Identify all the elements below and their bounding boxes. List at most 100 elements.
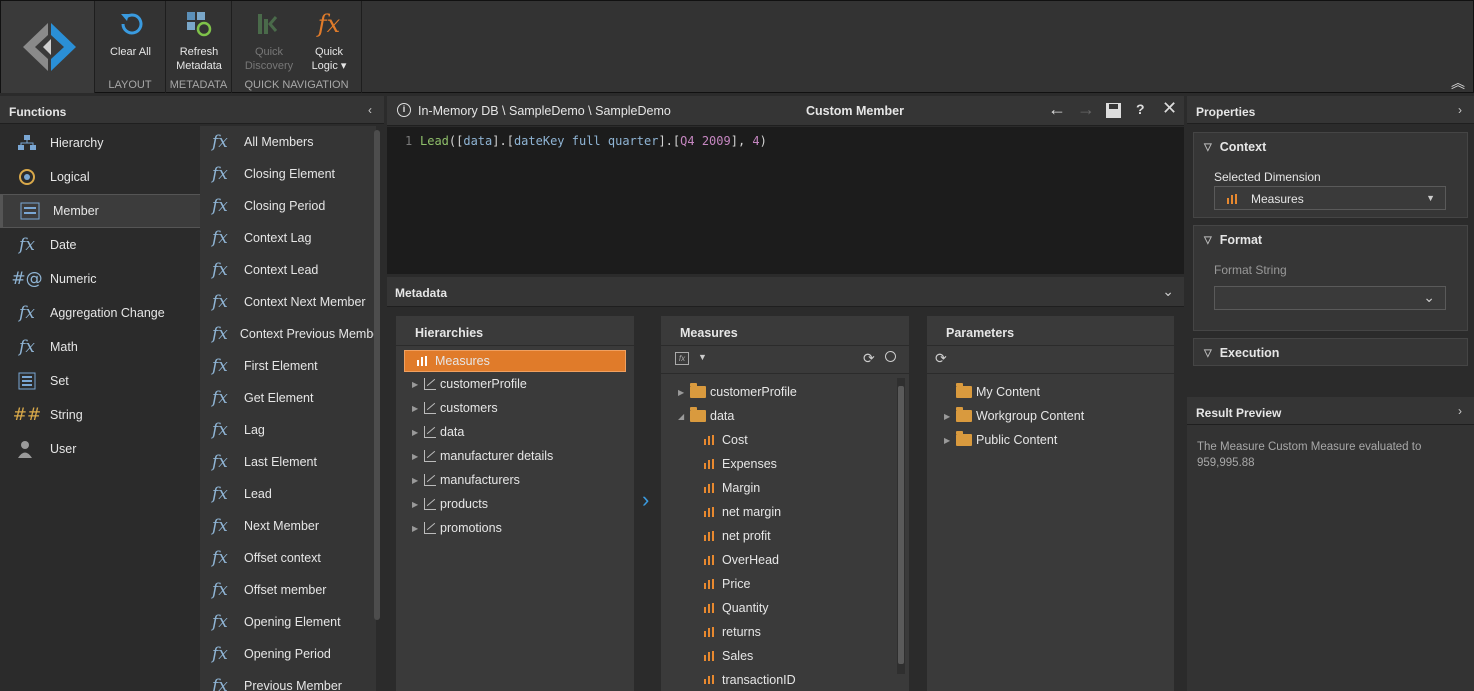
app-logo[interactable] xyxy=(1,1,95,93)
function-item[interactable]: fx Lead xyxy=(200,478,376,510)
function-item[interactable]: fx Closing Period xyxy=(200,190,376,222)
category-numeric[interactable]: #@ Numeric xyxy=(0,262,200,296)
selected-dimension-dropdown[interactable]: Measures ▼ xyxy=(1214,186,1446,210)
hierarchy-item[interactable]: ▶ customers xyxy=(404,396,634,420)
function-item[interactable]: fx Offset context xyxy=(200,542,376,574)
hierarchy-item-measures[interactable]: Measures xyxy=(404,350,626,372)
close-icon[interactable]: ✕ xyxy=(1162,98,1177,119)
fx-filter-icon[interactable]: fx xyxy=(675,352,689,365)
measure-folder[interactable]: ◢ data xyxy=(678,404,909,428)
collapse-left-icon[interactable]: ‹ xyxy=(368,103,372,117)
collapse-arrow-icon[interactable]: ◢ xyxy=(678,412,690,421)
forward-arrow-icon[interactable]: → xyxy=(1077,99,1095,120)
expand-arrow-icon[interactable]: ▶ xyxy=(412,428,424,437)
refresh-icon[interactable]: ⟳ xyxy=(863,350,875,367)
hierarchy-item[interactable]: ▶ data xyxy=(404,420,634,444)
function-item[interactable]: fx Last Element xyxy=(200,446,376,478)
function-item[interactable]: fx Get Element xyxy=(200,382,376,414)
code-punct: ], xyxy=(730,134,753,148)
expand-arrow-icon[interactable]: ▶ xyxy=(678,388,690,397)
measure-item[interactable]: Margin xyxy=(678,476,909,500)
category-string[interactable]: ## String xyxy=(0,398,200,432)
function-item[interactable]: fx Opening Element xyxy=(200,606,376,638)
measure-item[interactable]: Cost xyxy=(678,428,909,452)
category-logical[interactable]: Logical xyxy=(0,160,200,194)
function-list-scrollbar[interactable] xyxy=(374,130,380,620)
refresh-metadata-button[interactable]: Refresh Metadata xyxy=(166,5,232,73)
hierarchy-item[interactable]: ▶ manufacturer details xyxy=(404,444,634,468)
category-set[interactable]: Set xyxy=(0,364,200,398)
hierarchy-item[interactable]: ▶ promotions xyxy=(404,516,634,540)
function-item[interactable]: fx Context Lag xyxy=(200,222,376,254)
chevron-right-icon[interactable]: › xyxy=(642,487,649,513)
function-item[interactable]: fx Context Previous Member xyxy=(200,318,376,350)
measure-item[interactable]: Sales xyxy=(678,644,909,668)
chevron-right-icon[interactable]: › xyxy=(1458,404,1462,418)
function-item[interactable]: fx Offset member xyxy=(200,574,376,606)
expand-arrow-icon[interactable]: ▶ xyxy=(412,524,424,533)
parameter-item[interactable]: ▶ Public Content xyxy=(944,428,1174,452)
function-item[interactable]: fx Previous Member xyxy=(200,670,376,691)
category-hierarchy[interactable]: Hierarchy xyxy=(0,126,200,160)
context-section-header[interactable]: ▽ Context xyxy=(1194,133,1467,161)
measure-item[interactable]: Quantity xyxy=(678,596,909,620)
measure-item[interactable]: net profit xyxy=(678,524,909,548)
category-member[interactable]: Member xyxy=(0,194,200,228)
expand-arrow-icon[interactable]: ▶ xyxy=(412,380,424,389)
measure-item[interactable]: returns xyxy=(678,620,909,644)
function-item[interactable]: fx Closing Element xyxy=(200,158,376,190)
metadata-header[interactable]: Metadata ⌄ xyxy=(387,277,1184,307)
expand-arrow-icon[interactable]: ▶ xyxy=(412,500,424,509)
category-math[interactable]: fx Math xyxy=(0,330,200,364)
hierarchy-item[interactable]: ▶ products xyxy=(404,492,634,516)
function-label: Previous Member xyxy=(244,679,342,691)
measure-item[interactable]: OverHead xyxy=(678,548,909,572)
save-icon[interactable] xyxy=(1106,103,1121,118)
measure-item[interactable]: Price xyxy=(678,572,909,596)
expand-arrow-icon[interactable]: ▶ xyxy=(412,476,424,485)
function-item[interactable]: fx First Element xyxy=(200,350,376,382)
hierarchy-icon xyxy=(424,402,436,414)
expand-arrow-icon[interactable]: ▶ xyxy=(944,436,956,445)
function-item[interactable]: fx Context Lead xyxy=(200,254,376,286)
expand-arrow-icon[interactable]: ▶ xyxy=(412,404,424,413)
measures-scrollbar[interactable] xyxy=(897,378,905,674)
breadcrumb: In-Memory DB \ SampleDemo \ SampleDemo xyxy=(418,104,671,118)
quick-logic-button[interactable]: fx Quick Logic ▾ xyxy=(298,5,360,73)
hierarchy-item[interactable]: ▶ manufacturers xyxy=(404,468,634,492)
help-icon[interactable]: ? xyxy=(1136,101,1145,117)
logical-icon xyxy=(14,166,40,188)
chevron-down-icon[interactable]: ⌄ xyxy=(1162,283,1174,300)
quick-discovery-button[interactable]: Quick Discovery xyxy=(238,5,300,73)
category-user[interactable]: User xyxy=(0,432,200,466)
parameter-item[interactable]: My Content xyxy=(944,380,1174,404)
expand-arrow-icon[interactable]: ▶ xyxy=(412,452,424,461)
search-icon[interactable] xyxy=(885,351,896,362)
function-item[interactable]: fx Lag xyxy=(200,414,376,446)
category-aggregation-change[interactable]: fx Aggregation Change xyxy=(0,296,200,330)
function-item[interactable]: fx Next Member xyxy=(200,510,376,542)
measure-item[interactable]: net margin xyxy=(678,500,909,524)
measure-item[interactable]: Expenses xyxy=(678,452,909,476)
parameter-item[interactable]: ▶ Workgroup Content xyxy=(944,404,1174,428)
expand-arrow-icon[interactable]: ▶ xyxy=(944,412,956,421)
function-item[interactable]: fx Context Next Member xyxy=(200,286,376,318)
format-string-dropdown[interactable]: ⌄ xyxy=(1214,286,1446,310)
info-icon[interactable]: i xyxy=(397,103,411,117)
layout-group: Clear All LAYOUT xyxy=(95,1,166,93)
back-arrow-icon[interactable]: ← xyxy=(1048,99,1066,120)
function-item[interactable]: fx Opening Period xyxy=(200,638,376,670)
code-editor[interactable]: 1 Lead([data].[dateKey full quarter].[Q4… xyxy=(387,127,1184,274)
category-date[interactable]: fx Date xyxy=(0,228,200,262)
function-item[interactable]: fx All Members xyxy=(200,126,376,158)
execution-section-header[interactable]: ▽ Execution xyxy=(1194,339,1467,367)
collapse-ribbon-icon[interactable]: ︽ xyxy=(1451,73,1465,93)
format-section-header[interactable]: ▽ Format xyxy=(1194,226,1467,254)
refresh-icon[interactable]: ⟳ xyxy=(935,350,947,367)
chevron-right-icon[interactable]: › xyxy=(1458,103,1462,117)
measure-item[interactable]: transactionID xyxy=(678,668,909,684)
clear-all-button[interactable]: Clear All xyxy=(95,5,166,59)
hierarchy-item[interactable]: ▶ customerProfile xyxy=(404,372,634,396)
measure-folder[interactable]: ▶ customerProfile xyxy=(678,380,909,404)
dropdown-arrow-icon[interactable]: ▼ xyxy=(698,352,707,362)
